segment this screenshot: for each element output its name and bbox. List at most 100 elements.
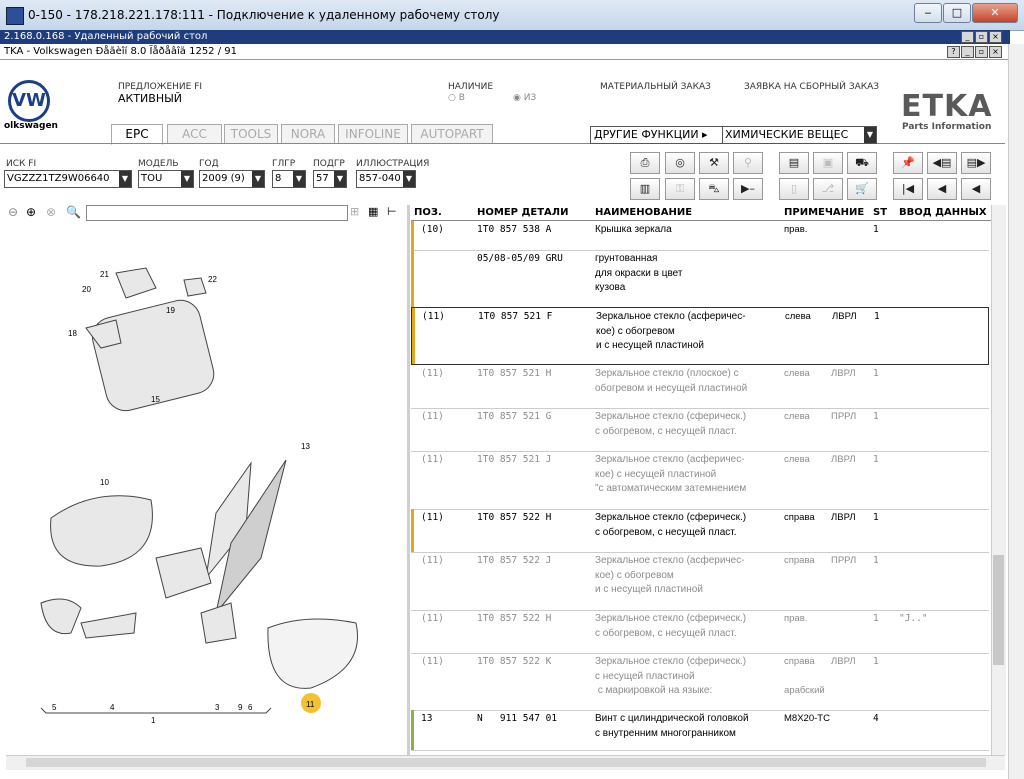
cart-add-icon[interactable]: ⛟	[847, 152, 877, 174]
illustration-select[interactable]: 857-040 ▼	[356, 170, 416, 188]
rdp-restore-button[interactable]: ▫	[975, 31, 988, 43]
key-icon[interactable]: ⚿	[665, 178, 695, 200]
part-5	[40, 598, 82, 635]
prev-page-icon[interactable]: ◀▤	[927, 152, 957, 174]
cell-st: 1	[873, 411, 879, 422]
h-scroll-thumb[interactable]	[26, 758, 986, 767]
table-scroll-thumb[interactable]	[993, 555, 1004, 665]
illustration-label: ИЛЛЮСТРАЦИЯ	[356, 159, 430, 169]
vehicle-icon[interactable]: ⛍	[699, 178, 729, 200]
layout-icon[interactable]: ▦	[368, 205, 378, 218]
cell-num: 1T0 857 521 H	[477, 368, 552, 379]
print-icon[interactable]: ⎙	[630, 152, 660, 174]
col-st[interactable]: ST	[873, 207, 887, 218]
col-pos[interactable]: ПОЗ.	[414, 207, 442, 218]
tab-tools[interactable]: TOOLS	[224, 124, 278, 144]
label-6: 6	[248, 703, 253, 712]
table-row[interactable]: (11) 1T0 857 522 J Зеркальное стекло (асфе…	[411, 552, 989, 611]
cell-pos: (11)	[421, 512, 444, 523]
image-search-input[interactable]	[86, 205, 348, 221]
availability-radio-v[interactable]: ○ В	[448, 93, 465, 103]
elsa-icon[interactable]: ▤	[779, 152, 809, 174]
main-group-select[interactable]: 8 ▼	[272, 170, 306, 188]
availability-radio-iz[interactable]: ◉ ИЗ	[513, 93, 536, 103]
assembly-order-link[interactable]: ЗАЯВКА НА СБОРНЫЙ ЗАКАЗ	[744, 82, 879, 92]
pin-icon[interactable]: 📌	[893, 152, 923, 174]
table-row[interactable]: (11) 1T0 857 522 H Зеркальное стекло (сфер…	[411, 509, 989, 553]
arrow-dash-icon[interactable]: ▶–	[733, 178, 763, 200]
cart-icon[interactable]: 🛒	[847, 178, 877, 200]
cell-inp: "J.."	[899, 613, 928, 624]
zoom-fit-icon[interactable]: ⊗	[46, 205, 56, 219]
rdp-bar: 2.168.0.168 - Удаленный рабочий стол _ ▫…	[0, 30, 1010, 44]
zoom-in-icon[interactable]: ⊕	[26, 205, 36, 219]
document-icon[interactable]: ▯	[779, 178, 809, 200]
table-row[interactable]: 05/08-05/09 GRU грунтованная для окраски …	[411, 250, 989, 308]
model-select[interactable]: TOU ▼	[138, 170, 194, 188]
list-icon[interactable]: ▥	[630, 178, 660, 200]
rdp-close-button[interactable]: ×	[989, 31, 1002, 43]
label-19: 19	[166, 306, 175, 315]
tab-nora[interactable]: NORA	[281, 124, 335, 144]
etka-restore-button[interactable]: ▫	[975, 46, 988, 58]
year-select[interactable]: 2009 (9) ▼	[199, 170, 265, 188]
table-row[interactable]: 13 N 911 547 01 Винт с цилиндрической голо…	[411, 710, 989, 751]
label-21: 21	[100, 270, 109, 279]
magnifier-icon[interactable]: 🔍	[66, 205, 81, 219]
rdp-title: 2.168.0.168 - Удаленный рабочий стол	[4, 31, 208, 42]
cell-pos: (11)	[421, 454, 444, 465]
table-row[interactable]: (11) 1T0 857 521 G Зеркальное стекло (сфер…	[411, 408, 989, 452]
cell-pos: 13	[421, 713, 433, 724]
table-scrollbar[interactable]	[991, 205, 1006, 755]
vin-select[interactable]: VGZZZ1TZ9W06640 ▼	[4, 170, 132, 188]
next-page-icon[interactable]: ▤▶	[961, 152, 991, 174]
horizontal-scrollbar[interactable]	[6, 755, 1005, 770]
zoom-out-icon[interactable]: ⊖	[8, 205, 18, 219]
label-9: 9	[238, 703, 243, 712]
other-functions-button[interactable]: ДРУГИЕ ФУНКЦИИ ▸	[590, 126, 725, 144]
window-title-bar[interactable]: 0-150 - 178.218.221.178:111 - Подключени…	[0, 0, 1024, 31]
first-icon[interactable]: |◀	[893, 178, 923, 200]
hotspot-icon[interactable]: ⊞	[350, 205, 359, 218]
table-row[interactable]: (11) 1T0 857 522 K Зеркальное стекло (сфер…	[411, 653, 989, 711]
split-divider[interactable]	[407, 205, 410, 755]
back-icon[interactable]: ◀	[927, 178, 957, 200]
etka-help-button[interactable]: ?	[947, 46, 960, 58]
table-row[interactable]: (11) 1T0 857 521 H Зеркальное стекло (плос…	[411, 365, 989, 409]
material-order-link[interactable]: МАТЕРИАЛЬНЫЙ ЗАКАЗ	[600, 82, 711, 92]
close-button[interactable]: ✕	[972, 3, 1018, 23]
col-name[interactable]: НАИМЕНОВАНИЕ	[595, 207, 692, 218]
car-icon[interactable]: ⚒	[699, 152, 729, 174]
col-input[interactable]: ВВОД ДАННЫХ ПО	[899, 207, 991, 218]
rdp-minimize-button[interactable]: _	[961, 31, 974, 43]
prev-icon[interactable]: ◀	[961, 178, 991, 200]
chemicals-select[interactable]: ХИМИЧЕСКИЕ ВЕЩЕС ▼	[722, 126, 877, 144]
label-10: 10	[100, 478, 109, 487]
col-note[interactable]: ПРИМЕЧАНИЕ	[784, 207, 864, 218]
label-13: 13	[301, 442, 310, 451]
tab-acc[interactable]: ACC	[167, 124, 222, 144]
tab-autopart[interactable]: AUTOPART	[411, 124, 493, 144]
etka-minimize-button[interactable]: _	[961, 46, 974, 58]
tab-epc[interactable]: EPC	[111, 124, 163, 145]
row-marker	[412, 308, 415, 364]
outer-scrollbar[interactable]	[1008, 44, 1024, 779]
cell-note: прав.	[784, 613, 808, 624]
depot-icon[interactable]: ▣	[813, 152, 843, 174]
expand-icon[interactable]: ⊢	[387, 205, 397, 218]
cell-st: 1	[873, 224, 879, 235]
search-parts-icon[interactable]: ⚲	[733, 152, 763, 174]
sub-group-select[interactable]: 57 ▼	[313, 170, 347, 188]
tab-infoline[interactable]: INFOLINE	[338, 124, 408, 144]
table-row[interactable]: (10) 1T0 857 538 A Крышка зеркала прав. 1	[411, 221, 989, 251]
cell-num: 1T0 857 522 J	[477, 555, 552, 566]
table-row[interactable]: (11) 1T0 857 521 J Зеркальное стекло (асфе…	[411, 451, 989, 510]
etka-close-button[interactable]: ×	[989, 46, 1002, 58]
tree-icon[interactable]: ⎇	[813, 178, 843, 200]
table-row[interactable]: (11) 1T0 857 522 H Зеркальное стекло (сфер…	[411, 610, 989, 654]
disc-icon[interactable]: ◎	[665, 152, 695, 174]
maximize-button[interactable]: □	[943, 3, 971, 23]
minimize-button[interactable]: ‒	[914, 3, 942, 23]
col-part-number[interactable]: НОМЕР ДЕТАЛИ	[477, 207, 568, 218]
table-row[interactable]: (11) 1T0 857 521 F Зеркальное стекло (асфе…	[411, 307, 989, 365]
